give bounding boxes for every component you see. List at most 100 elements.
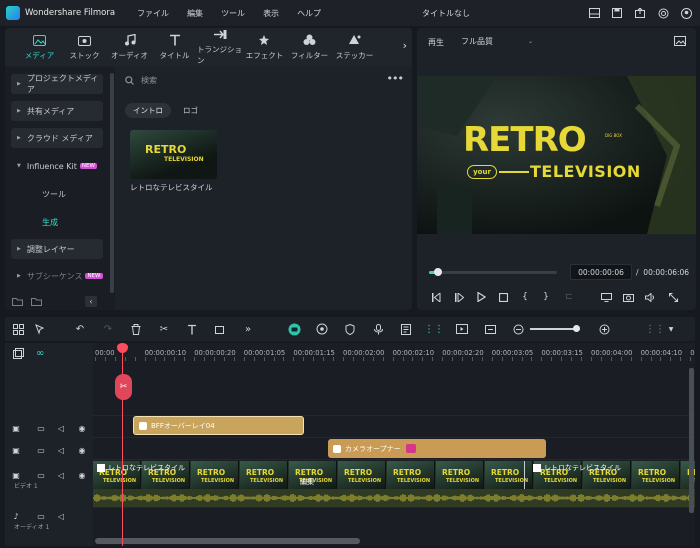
voiceover-icon[interactable] [398, 321, 414, 337]
previous-frame-icon[interactable] [429, 290, 443, 304]
play-reverse-icon[interactable] [452, 290, 466, 304]
ai-assistant-icon[interactable] [286, 321, 302, 337]
clip-edit-label[interactable]: 編集 [300, 477, 314, 487]
render-preview-icon[interactable] [454, 321, 470, 337]
menu-view[interactable]: 表示 [263, 8, 279, 19]
mark-in-icon[interactable]: { [518, 290, 532, 304]
playhead-scissors-marker[interactable]: ✂ [115, 374, 132, 400]
preview-video[interactable]: RETRO DIG BOX your TELEVISION [417, 76, 696, 234]
text-tool-icon[interactable] [184, 321, 200, 337]
zoom-out-icon[interactable] [510, 321, 526, 337]
sidebar-item-subsequence[interactable]: ▶ サブシーケンス NEW [11, 266, 103, 286]
clip-camera-opener[interactable]: カメラオープナー [328, 439, 546, 458]
display-icon[interactable] [599, 290, 613, 304]
timeline-vertical-scrollbar[interactable] [689, 368, 694, 513]
sidebar-subitem-tools[interactable]: ツール [42, 189, 66, 200]
search-bar[interactable]: 検索 ••• [125, 71, 405, 89]
crop-icon[interactable] [212, 321, 228, 337]
play-label[interactable]: 再生 [428, 37, 444, 48]
tab-effect[interactable]: エフェクト [242, 28, 287, 66]
zoom-in-icon[interactable] [596, 321, 612, 337]
mute-icon[interactable]: ◁ [55, 422, 67, 434]
preview-progress-handle[interactable] [434, 268, 442, 276]
insert-icon[interactable]: ⊏ [562, 290, 576, 304]
chevron-down-icon[interactable]: ▼ [663, 321, 679, 337]
track-grid-icon[interactable]: ⋮⋮ [645, 321, 665, 337]
new-folder-icon[interactable] [12, 297, 23, 306]
folder-lock-icon[interactable]: ▭ [35, 422, 47, 434]
sidebar-item-influence-kit[interactable]: ▼ Influence Kit NEW [11, 156, 103, 176]
sidebar-item-shared-media[interactable]: ▶ 共有メディア [11, 101, 103, 121]
fit-timeline-icon[interactable] [482, 321, 498, 337]
zoom-slider[interactable] [530, 325, 580, 332]
fullscreen-icon[interactable] [666, 290, 680, 304]
sidebar-item-cloud-media[interactable]: ▶ クラウド メディア [11, 128, 103, 148]
scissors-icon[interactable]: ✂ [156, 321, 172, 337]
layout-icon[interactable] [586, 5, 602, 21]
mute-icon[interactable]: ◁ [55, 444, 67, 456]
add-track-icon[interactable] [13, 348, 24, 359]
snapshot-image-icon[interactable] [674, 36, 686, 46]
microphone-icon[interactable] [370, 321, 386, 337]
eye-icon[interactable]: ◉ [76, 444, 88, 456]
eye-icon[interactable]: ◉ [76, 422, 88, 434]
folder-lock-icon[interactable]: ▭ [35, 469, 47, 481]
clip-bff-overlay[interactable]: BFFオーバーレイ04 [133, 416, 304, 435]
clip-retro-tv-video[interactable]: RETRO TELEVISION RETRO TELEVISION RETRO TELEV… [93, 461, 695, 507]
snap-icon[interactable]: ⋮⋮ [424, 321, 444, 337]
save-icon[interactable] [609, 5, 625, 21]
sidebar-subitem-generate[interactable]: 生成 [42, 217, 58, 228]
collapse-panel-icon[interactable]: ‹ [85, 295, 97, 307]
preview-progress-bar[interactable] [429, 268, 557, 276]
redo-icon[interactable]: ↷ [100, 321, 116, 337]
current-time[interactable]: 00:00:00:06 [570, 264, 632, 280]
support-icon[interactable] [655, 5, 671, 21]
menu-file[interactable]: ファイル [137, 8, 169, 19]
play-icon[interactable] [474, 290, 488, 304]
mute-icon[interactable]: ◁ [55, 469, 67, 481]
sidebar-scrollbar[interactable] [110, 73, 114, 293]
mark-out-icon[interactable]: } [539, 290, 553, 304]
tab-title[interactable]: タイトル [152, 28, 197, 66]
delete-icon[interactable] [128, 321, 144, 337]
auto-highlight-icon[interactable] [314, 321, 330, 337]
sidebar-item-adjustment-layer[interactable]: ▶ 調整レイヤー [11, 239, 103, 259]
tab-sticker[interactable]: ステッカー [332, 28, 377, 66]
folder-lock-icon[interactable]: ▭ [35, 510, 47, 522]
tab-audio[interactable]: オーディオ [107, 28, 152, 66]
export-icon[interactable] [632, 5, 648, 21]
menu-tools[interactable]: ツール [221, 8, 245, 19]
sidebar-item-project-media[interactable]: ▶ プロジェクトメディア [11, 74, 103, 94]
more-tools-icon[interactable]: » [240, 321, 256, 337]
select-tool-icon[interactable] [32, 321, 48, 337]
tab-stock-label: ストック [69, 51, 100, 60]
timeline-horizontal-scrollbar[interactable] [95, 538, 360, 544]
camera-snapshot-icon[interactable] [621, 290, 635, 304]
search-input[interactable]: 検索 [141, 75, 157, 86]
mute-icon[interactable]: ◁ [55, 510, 67, 522]
tab-media[interactable]: メディア [17, 28, 62, 66]
timeline-ruler[interactable]: 00:00 00:00:00:10 00:00:00:20 00:00:01:05 00… [93, 343, 695, 361]
grid-layout-icon[interactable] [10, 321, 26, 337]
link-icon[interactable]: ∞ [36, 348, 44, 359]
menu-edit[interactable]: 編集 [187, 8, 203, 19]
menu-help[interactable]: ヘルプ [297, 8, 321, 19]
more-options-icon[interactable]: ••• [387, 72, 404, 85]
chip-logo[interactable]: ロゴ [175, 103, 206, 118]
quality-dropdown[interactable]: フル品質 ⌄ [457, 34, 539, 49]
account-icon[interactable] [678, 5, 694, 21]
tabs-more-chevron-icon[interactable]: › [403, 39, 407, 52]
import-folder-icon[interactable] [31, 297, 42, 306]
tab-transition[interactable]: トランジション [197, 28, 242, 66]
stop-icon[interactable] [496, 290, 510, 304]
template-thumbnail[interactable]: RETRO TELEVISION [130, 130, 217, 179]
shield-mask-icon[interactable] [342, 321, 358, 337]
tab-stock[interactable]: ストック [62, 28, 107, 66]
chip-intro[interactable]: イントロ [125, 103, 171, 118]
tab-filter[interactable]: フィルター [287, 28, 332, 66]
folder-lock-icon[interactable]: ▭ [35, 444, 47, 456]
undo-icon[interactable]: ↶ [72, 321, 88, 337]
volume-icon[interactable] [643, 290, 657, 304]
eye-icon[interactable]: ◉ [76, 469, 88, 481]
zoom-slider-handle[interactable] [573, 325, 580, 332]
